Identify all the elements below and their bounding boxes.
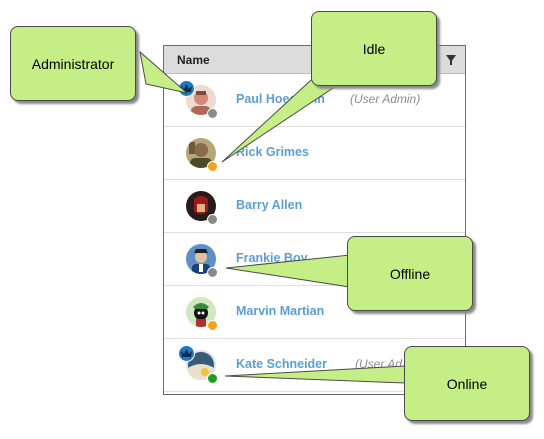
online-callout: Online <box>404 346 530 421</box>
administrator-callout: Administrator <box>10 26 136 101</box>
idle-callout: Idle <box>311 11 437 86</box>
offline-callout: Offline <box>347 236 473 311</box>
